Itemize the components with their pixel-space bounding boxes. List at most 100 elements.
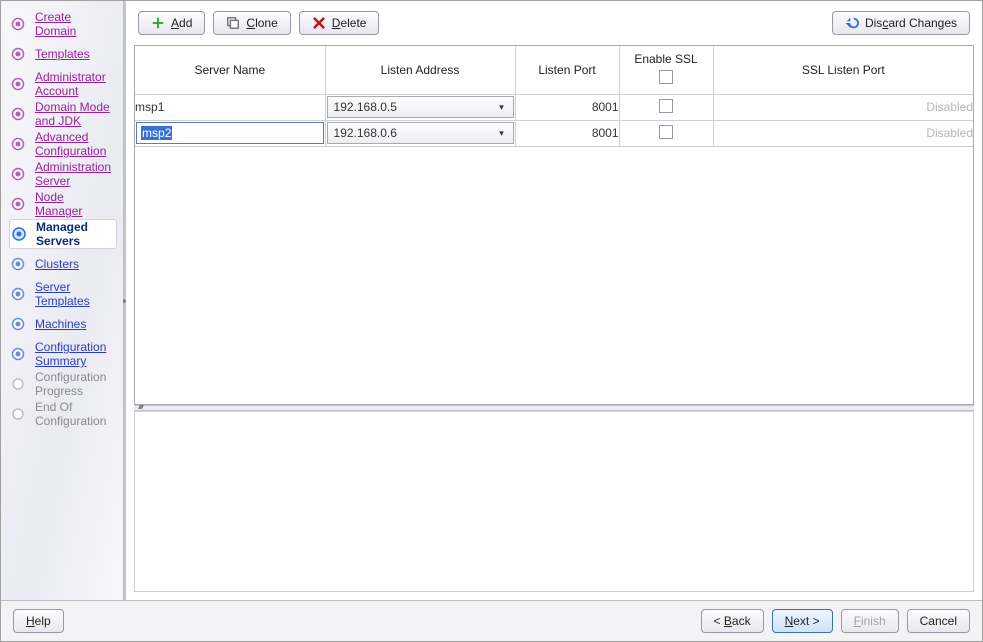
servers-table: Server Name Listen Address Listen Port E… [135, 46, 973, 147]
step-bullet-icon [11, 167, 25, 181]
listen-port-value: 8001 [592, 126, 619, 140]
finish-button-label: Finish [854, 614, 886, 628]
enable-ssl-checkbox[interactable] [659, 125, 673, 139]
cell-listen-address[interactable]: 192.168.0.6▾ [325, 120, 515, 146]
discard-changes-button[interactable]: Discard Changes [832, 11, 970, 35]
servers-table-container: Server Name Listen Address Listen Port E… [134, 45, 974, 405]
wizard-step-link[interactable]: Administration Server [35, 160, 111, 188]
enable-ssl-header-checkbox[interactable] [659, 70, 673, 84]
col-header-listen-address[interactable]: Listen Address [325, 46, 515, 94]
chevron-down-icon: ▾ [495, 102, 509, 113]
col-header-server-name[interactable]: Server Name [135, 46, 325, 94]
back-button-label: < Back [714, 614, 751, 628]
delete-button[interactable]: Delete [299, 11, 380, 35]
step-bullet-icon [11, 407, 25, 421]
cell-server-name[interactable]: msp2 [135, 120, 325, 146]
cancel-button-label: Cancel [920, 614, 957, 628]
wizard-step-templates[interactable]: Templates [9, 39, 117, 69]
step-bullet-icon [12, 227, 26, 241]
cell-enable-ssl[interactable] [619, 94, 713, 120]
wizard-steps-sidebar: Create Domain Templates Administrator Acco… [1, 1, 124, 600]
plus-icon [151, 16, 165, 30]
clone-icon [226, 16, 240, 30]
wizard-step-label: Configuration Progress [35, 370, 111, 398]
listen-port-value: 8001 [592, 100, 619, 114]
step-bullet-icon [11, 137, 25, 151]
wizard-step-label: Managed Servers [36, 220, 110, 248]
cell-listen-port[interactable]: 8001 [515, 120, 619, 146]
step-bullet-icon [11, 107, 25, 121]
wizard-step-configuration-summary[interactable]: Configuration Summary [9, 339, 117, 369]
wizard-step-clusters[interactable]: Clusters [9, 249, 117, 279]
clone-button-label: Clone [246, 16, 277, 30]
clone-button[interactable]: Clone [213, 11, 290, 35]
help-button-label: Help [26, 614, 51, 628]
enable-ssl-checkbox[interactable] [659, 99, 673, 113]
wizard-step-link[interactable]: Create Domain [35, 10, 111, 38]
step-bullet-icon [11, 197, 25, 211]
server-name-value: msp1 [135, 100, 164, 114]
cell-enable-ssl[interactable] [619, 120, 713, 146]
wizard-step-managed-servers[interactable]: Managed Servers [9, 219, 117, 249]
back-button[interactable]: < Back [701, 609, 764, 633]
delete-button-label: Delete [332, 16, 367, 30]
wizard-step-link[interactable]: Node Manager [35, 190, 111, 218]
step-bullet-icon [11, 347, 25, 361]
listen-address-dropdown[interactable]: 192.168.0.6▾ [327, 122, 514, 144]
wizard-step-create-domain[interactable]: Create Domain [9, 9, 117, 39]
wizard-step-link[interactable]: Administrator Account [35, 70, 111, 98]
listen-address-dropdown[interactable]: 192.168.0.5▾ [327, 96, 514, 118]
undo-icon [845, 16, 859, 30]
server-name-input[interactable]: msp2 [141, 126, 172, 140]
discard-changes-label: Discard Changes [865, 16, 957, 30]
listen-address-value: 192.168.0.5 [334, 100, 495, 114]
step-bullet-icon [11, 257, 25, 271]
step-bullet-icon [11, 317, 25, 331]
listen-address-value: 192.168.0.6 [334, 126, 495, 140]
wizard-step-link[interactable]: Templates [35, 47, 90, 61]
wizard-step-advanced-configuration[interactable]: Advanced Configuration [9, 129, 117, 159]
wizard-step-link[interactable]: Clusters [35, 257, 79, 271]
col-header-ssl-listen-port[interactable]: SSL Listen Port [713, 46, 973, 94]
next-button-label: Next > [785, 614, 820, 628]
wizard-footer: Help < Back Next > Finish Cancel [1, 600, 982, 641]
content-pane: Add Clone Delete [126, 1, 982, 600]
step-bullet-icon [11, 377, 25, 391]
step-bullet-icon [11, 77, 25, 91]
col-header-enable-ssl[interactable]: Enable SSL [619, 46, 713, 94]
step-bullet-icon [11, 17, 25, 31]
step-bullet-icon [11, 287, 25, 301]
chevron-down-icon: ▾ [495, 128, 509, 139]
toolbar: Add Clone Delete [126, 1, 982, 45]
col-header-listen-port[interactable]: Listen Port [515, 46, 619, 94]
detail-pane [134, 411, 974, 592]
cell-listen-port[interactable]: 8001 [515, 94, 619, 120]
cell-listen-address[interactable]: 192.168.0.5▾ [325, 94, 515, 120]
wizard-step-link[interactable]: Configuration Summary [35, 340, 111, 368]
wizard-step-link[interactable]: Machines [35, 317, 86, 331]
delete-icon [312, 16, 326, 30]
table-row[interactable]: msp2 192.168.0.6▾ 8001 Disabled [135, 120, 973, 146]
finish-button: Finish [841, 609, 899, 633]
table-row[interactable]: msp1 192.168.0.5▾ 8001 Disabled [135, 94, 973, 120]
wizard-step-link[interactable]: Domain Mode and JDK [35, 100, 111, 128]
horizontal-splitter[interactable] [134, 405, 974, 411]
wizard-step-administration-server[interactable]: Administration Server [9, 159, 117, 189]
wizard-step-domain-mode-and-jdk[interactable]: Domain Mode and JDK [9, 99, 117, 129]
help-button[interactable]: Help [13, 609, 64, 633]
wizard-step-machines[interactable]: Machines [9, 309, 117, 339]
cancel-button[interactable]: Cancel [907, 609, 970, 633]
next-button[interactable]: Next > [772, 609, 833, 633]
wizard-step-node-manager[interactable]: Node Manager [9, 189, 117, 219]
wizard-step-server-templates[interactable]: Server Templates [9, 279, 117, 309]
wizard-step-label: End Of Configuration [35, 400, 111, 428]
cell-server-name[interactable]: msp1 [135, 94, 325, 120]
wizard-step-administrator-account[interactable]: Administrator Account [9, 69, 117, 99]
wizard-step-link[interactable]: Advanced Configuration [35, 130, 111, 158]
wizard-step-link[interactable]: Server Templates [35, 280, 111, 308]
ssl-listen-port-value: Disabled [926, 100, 973, 114]
cell-ssl-listen-port: Disabled [713, 94, 973, 120]
step-bullet-icon [11, 47, 25, 61]
cell-ssl-listen-port: Disabled [713, 120, 973, 146]
add-button[interactable]: Add [138, 11, 205, 35]
